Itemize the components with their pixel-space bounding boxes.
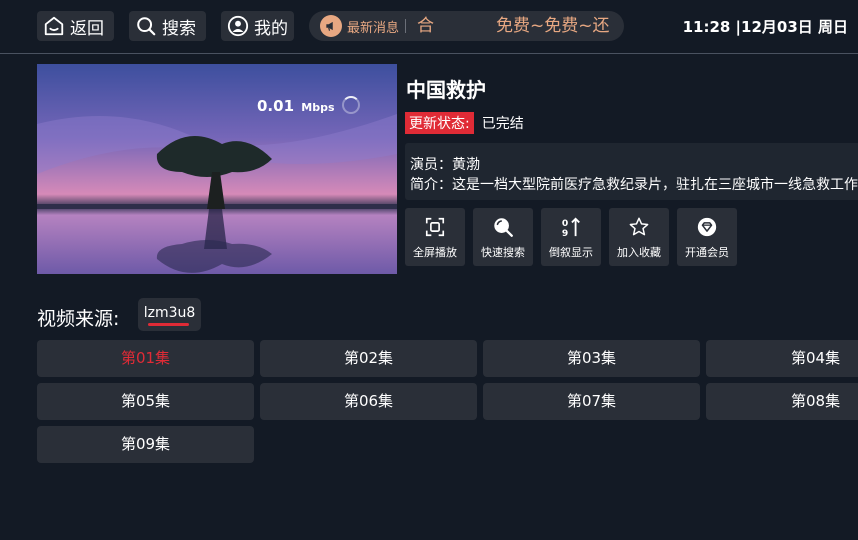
episode-button[interactable]: 第09集: [37, 426, 254, 463]
back-label: 返回: [70, 18, 104, 39]
quick-search-label: 快速搜索: [481, 246, 525, 259]
home-icon: [43, 15, 65, 37]
search-button[interactable]: 搜索: [129, 11, 206, 41]
loading-spinner-icon: [342, 96, 360, 114]
sort-icon: 09: [560, 216, 582, 238]
back-button[interactable]: 返回: [37, 11, 114, 41]
source-tab-label: lzm3u8: [143, 305, 196, 321]
clock: 11:28 |12月03日 周日: [682, 18, 848, 36]
episode-button[interactable]: 第07集: [483, 383, 700, 420]
episode-button[interactable]: 第02集: [260, 340, 477, 377]
show-title: 中国救护: [406, 78, 486, 102]
speed-unit: Mbps: [301, 101, 335, 114]
add-favorite-label: 加入收藏: [617, 246, 661, 259]
mine-label: 我的: [254, 18, 288, 39]
show-info: 演员：黄渤 简介：这是一档大型院前医疗急救纪录片，驻扎在三座城市一线急救工作: [405, 143, 858, 200]
fullscreen-button[interactable]: 全屏播放: [405, 208, 465, 266]
episode-button[interactable]: 第05集: [37, 383, 254, 420]
status-row: 更新状态: 已完结: [405, 112, 524, 134]
actor-line: 演员：黄渤: [410, 157, 480, 173]
fullscreen-icon: [424, 216, 446, 238]
video-player[interactable]: 0.01 Mbps: [37, 64, 397, 274]
video-frame: [37, 64, 397, 274]
reverse-order-button[interactable]: 09 倒叙显示: [541, 208, 601, 266]
quick-search-button[interactable]: 快速搜索: [473, 208, 533, 266]
open-vip-button[interactable]: 开通会员: [677, 208, 737, 266]
open-vip-label: 开通会员: [685, 246, 729, 259]
episode-button[interactable]: 第06集: [260, 383, 477, 420]
news-divider: [405, 19, 407, 33]
speed-value: 0.01: [257, 97, 295, 115]
news-text-lead: 合: [417, 16, 434, 36]
episode-button[interactable]: 第01集: [37, 340, 254, 377]
status-value: 已完结: [481, 116, 524, 132]
megaphone-icon: [320, 15, 342, 37]
news-text: 合 免费~免费~还: [417, 11, 624, 41]
intro-line: 简介：这是一档大型院前医疗急救纪录片，驻扎在三座城市一线急救工作: [410, 177, 858, 193]
action-bar: 全屏播放 快速搜索 09 倒叙显示 加入收藏 开通会员: [405, 208, 737, 266]
search-icon: [492, 216, 514, 238]
source-label: 视频来源:: [37, 308, 120, 330]
mine-button[interactable]: 我的: [221, 11, 294, 41]
svg-text:9: 9: [562, 228, 568, 238]
user-icon: [227, 15, 249, 37]
search-icon: [135, 15, 157, 37]
news-ticker[interactable]: 最新消息 合 免费~免费~还: [309, 11, 624, 41]
source-tab-lzm3u8[interactable]: lzm3u8: [138, 298, 201, 331]
top-bar: 返回 搜索 我的 最新消息 合 免费~免费~还 11:28 |12月03日 周日: [0, 0, 858, 54]
vip-diamond-icon: [696, 216, 718, 238]
star-icon: [628, 216, 650, 238]
episode-button[interactable]: 第04集: [706, 340, 858, 377]
news-label: 最新消息: [347, 20, 400, 36]
fullscreen-label: 全屏播放: [413, 246, 457, 259]
add-favorite-button[interactable]: 加入收藏: [609, 208, 669, 266]
speed-indicator: 0.01 Mbps: [257, 97, 335, 115]
episode-button[interactable]: 第08集: [706, 383, 858, 420]
reverse-order-label: 倒叙显示: [549, 246, 593, 259]
news-text-main: 免费~免费~还: [496, 16, 610, 36]
search-label: 搜索: [162, 18, 196, 39]
episode-button[interactable]: 第03集: [483, 340, 700, 377]
source-tab-underline: [148, 323, 189, 326]
status-key: 更新状态:: [405, 112, 474, 134]
